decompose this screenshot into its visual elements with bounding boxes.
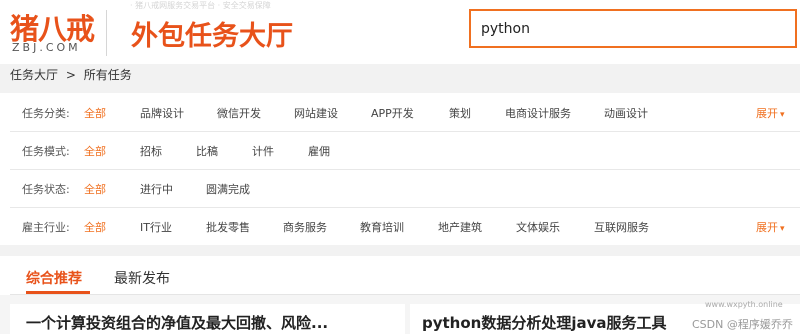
filter-option[interactable]: 电商设计服务 bbox=[505, 105, 571, 121]
filter-row-mode: 任务模式: 全部 招标 比稿 计件 雇佣 bbox=[10, 131, 800, 170]
section-gap bbox=[0, 245, 800, 256]
filter-option[interactable]: 动画设计 bbox=[604, 105, 648, 121]
filter-option[interactable]: 策划 bbox=[449, 105, 471, 121]
site-logo-domain: ZBJ.COM bbox=[12, 41, 81, 54]
filter-option[interactable]: 雇佣 bbox=[308, 143, 330, 159]
search-input[interactable] bbox=[471, 11, 795, 46]
expand-industry-button[interactable]: 展开 ▾ bbox=[756, 219, 785, 235]
active-tab-indicator bbox=[26, 291, 90, 294]
filter-option[interactable]: 商务服务 bbox=[283, 219, 327, 235]
breadcrumb: 任务大厅 > 所有任务 bbox=[10, 66, 136, 83]
filter-label: 雇主行业: bbox=[22, 221, 70, 234]
breadcrumb-root[interactable]: 任务大厅 bbox=[10, 68, 58, 82]
tab-recommended[interactable]: 综合推荐 bbox=[26, 268, 82, 288]
task-card-title[interactable]: python数据分析处理java服务工具 bbox=[422, 312, 667, 333]
filter-option[interactable]: 互联网服务 bbox=[594, 219, 649, 235]
filter-option[interactable]: 比稿 bbox=[196, 143, 218, 159]
filter-option[interactable]: 教育培训 bbox=[360, 219, 404, 235]
filter-option[interactable]: 品牌设计 bbox=[140, 105, 184, 121]
task-card-title[interactable]: 一个计算投资组合的净值及最大回撤、风险... bbox=[26, 312, 328, 333]
watermark: CSDN @程序媛乔乔 bbox=[692, 318, 793, 331]
filter-row-industry: 雇主行业: 全部 IT行业 批发零售 商务服务 教育培训 地产建筑 文体娱乐 互… bbox=[10, 207, 800, 246]
breadcrumb-current: 所有任务 bbox=[83, 68, 132, 82]
expand-label: 展开 bbox=[756, 221, 778, 234]
filter-option-all[interactable]: 全部 bbox=[84, 181, 106, 197]
chevron-down-icon: ▾ bbox=[780, 224, 785, 234]
filter-label: 任务分类: bbox=[22, 107, 70, 120]
watermark-url: www.wxpyth.online bbox=[705, 300, 783, 309]
logo-divider bbox=[106, 10, 107, 56]
filter-option[interactable]: 网站建设 bbox=[294, 105, 338, 121]
filter-label: 任务状态: bbox=[22, 183, 70, 196]
header-faint-text: · 猪八戒网服务交易平台 · 安全交易保障 bbox=[130, 1, 271, 10]
filter-option[interactable]: 文体娱乐 bbox=[516, 219, 560, 235]
task-card[interactable]: 一个计算投资组合的净值及最大回撤、风险... bbox=[10, 304, 405, 334]
filter-option[interactable]: 进行中 bbox=[140, 181, 173, 197]
filter-label: 任务模式: bbox=[22, 145, 70, 158]
filter-option[interactable]: 圆满完成 bbox=[206, 181, 250, 197]
filter-row-status: 任务状态: 全部 进行中 圆满完成 bbox=[10, 169, 800, 208]
filter-option-all[interactable]: 全部 bbox=[84, 219, 106, 235]
search-box[interactable] bbox=[469, 9, 797, 48]
filter-option[interactable]: APP开发 bbox=[371, 105, 414, 121]
filter-option[interactable]: 批发零售 bbox=[206, 219, 250, 235]
filter-option-all[interactable]: 全部 bbox=[84, 143, 106, 159]
page-title: 外包任务大厅 bbox=[131, 21, 293, 52]
filter-option[interactable]: IT行业 bbox=[140, 219, 172, 235]
breadcrumb-separator: > bbox=[65, 68, 76, 82]
filter-option-all[interactable]: 全部 bbox=[84, 105, 106, 121]
expand-label: 展开 bbox=[756, 107, 778, 120]
expand-category-button[interactable]: 展开 ▾ bbox=[756, 105, 785, 121]
chevron-down-icon: ▾ bbox=[780, 110, 785, 120]
filter-row-category: 任务分类: 全部 品牌设计 微信开发 网站建设 APP开发 策划 电商设计服务 … bbox=[10, 93, 800, 132]
task-tabs: 综合推荐 最新发布 bbox=[10, 256, 800, 295]
filter-option[interactable]: 地产建筑 bbox=[438, 219, 482, 235]
filter-option[interactable]: 微信开发 bbox=[217, 105, 261, 121]
filter-option[interactable]: 招标 bbox=[140, 143, 162, 159]
filter-option[interactable]: 计件 bbox=[252, 143, 274, 159]
tab-latest[interactable]: 最新发布 bbox=[114, 268, 170, 288]
header: · 猪八戒网服务交易平台 · 安全交易保障 猪八戒 ZBJ.COM 外包任务大厅 bbox=[0, 0, 800, 64]
filter-panel: 任务分类: 全部 品牌设计 微信开发 网站建设 APP开发 策划 电商设计服务 … bbox=[10, 93, 800, 246]
